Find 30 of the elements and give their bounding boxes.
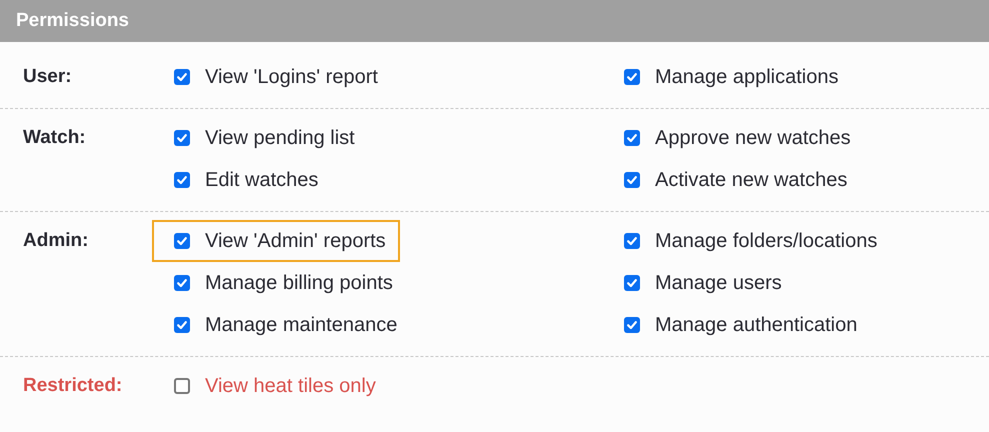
check-icon	[626, 132, 638, 144]
check-icon	[176, 71, 188, 83]
panel-title: Permissions	[0, 0, 989, 42]
group-label: Admin:	[22, 229, 90, 253]
group-label: User:	[22, 65, 73, 89]
check-icon	[176, 319, 188, 331]
check-icon	[626, 319, 638, 331]
permission-checkbox[interactable]: Manage authentication	[602, 304, 872, 346]
check-icon	[176, 174, 188, 186]
permission-checkbox[interactable]: Manage users	[602, 262, 796, 304]
permission-checkbox[interactable]: View 'Admin' reports	[152, 220, 400, 262]
permission-checkbox[interactable]: View 'Logins' report	[152, 56, 392, 98]
permission-checkbox[interactable]: Edit watches	[152, 159, 332, 201]
permission-checkbox[interactable]: Manage applications	[602, 56, 852, 98]
permission-checkbox[interactable]: Manage maintenance	[152, 304, 412, 346]
check-icon	[176, 235, 188, 247]
check-icon	[176, 132, 188, 144]
permission-checkbox[interactable]: Manage folders/locations	[602, 220, 892, 262]
permission-checkbox[interactable]: Approve new watches	[602, 117, 865, 159]
check-icon	[626, 235, 638, 247]
group-label: Restricted:	[22, 374, 124, 398]
check-icon	[626, 277, 638, 289]
permission-checkbox[interactable]: Manage billing points	[152, 262, 407, 304]
check-icon	[626, 174, 638, 186]
check-icon	[626, 71, 638, 83]
group-label: Watch:	[22, 126, 87, 150]
permission-checkbox[interactable]: View pending list	[152, 117, 369, 159]
permission-checkbox[interactable]: View heat tiles only	[152, 365, 390, 407]
permission-checkbox[interactable]: Activate new watches	[602, 159, 862, 201]
check-icon	[176, 277, 188, 289]
